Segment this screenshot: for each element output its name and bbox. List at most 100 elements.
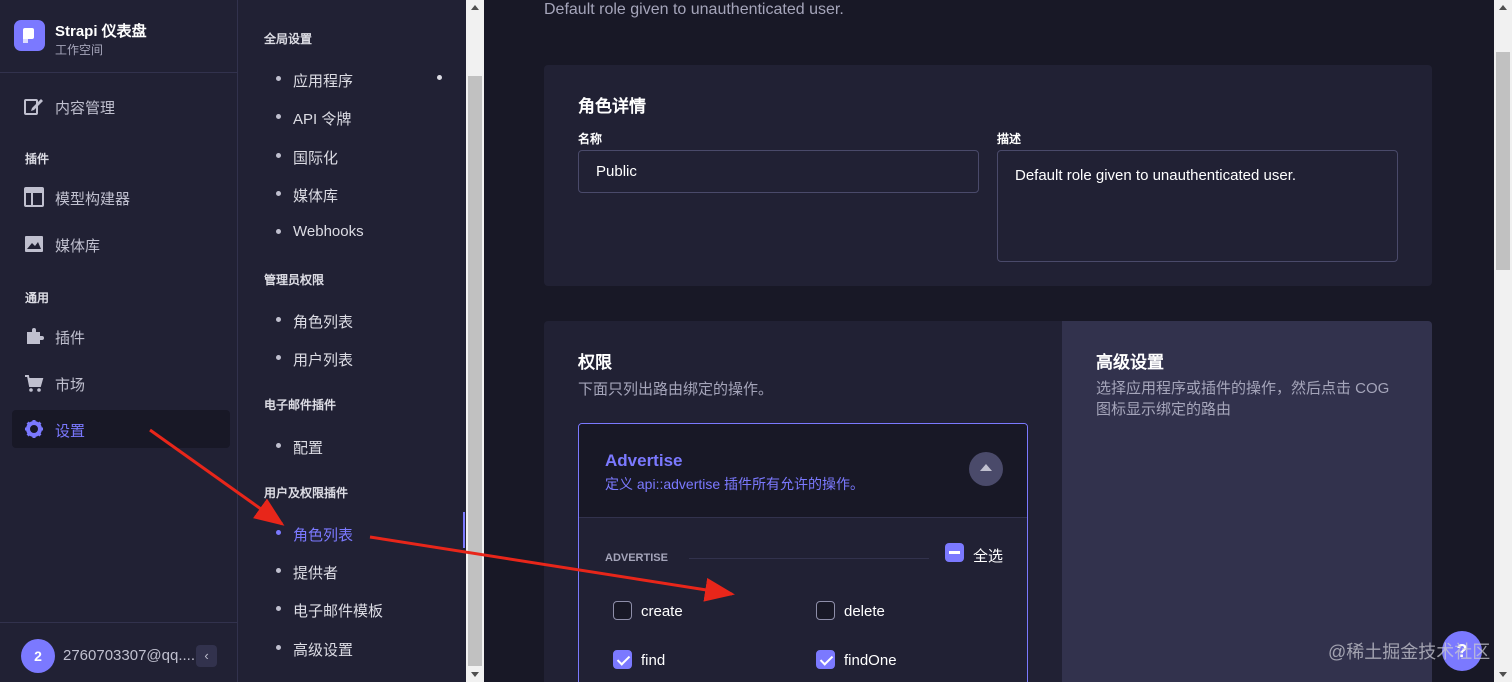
pencil-icon [24,96,44,116]
nav-item-builder[interactable]: 模型构建器 [12,178,230,216]
page-description: Default role given to unauthenticated us… [544,1,844,18]
nav-item-plugins[interactable]: 插件 [12,317,230,355]
select-all-label[interactable]: 全选 [973,545,1003,566]
user-email[interactable]: 2760703307@qq.... [63,647,195,664]
subnav-label: 媒体库 [293,188,339,205]
avatar[interactable]: 2 [21,639,55,673]
select-all-checkbox[interactable] [945,543,964,562]
subnav-item-advanced-settings[interactable]: 高级设置 [274,635,454,661]
accordion-description: 定义 api::advertise 插件所有允许的操作。 [605,476,865,492]
subnav-item-admin-users[interactable]: 用户列表 [274,345,454,371]
subnav-scrollbar[interactable] [466,0,484,682]
permissions-card: 权限 下面只列出路由绑定的操作。 Advertise 定义 api::adver… [544,321,1432,682]
description-textarea[interactable]: Default role given to unauthenticated us… [997,150,1398,262]
subnav-label: 配置 [293,440,324,457]
role-details-card: 角色详情 名称 Public 描述 Default role given to … [544,65,1432,286]
permissions-title: 权限 [578,353,612,372]
description-label: 描述 [997,132,1022,146]
subnav-item-email-templates[interactable]: 电子邮件模板 [274,596,454,622]
advanced-title: 高级设置 [1096,353,1164,372]
name-label: 名称 [578,132,603,146]
subnav-item-email-config[interactable]: 配置 [274,433,454,459]
nav-item-settings[interactable]: 设置 [12,410,230,448]
delete-label[interactable]: delete [844,603,885,620]
name-input[interactable]: Public [578,150,979,193]
main-nav: Strapi 仪表盘 工作空间 内容管理 插件 模型构建器 媒体库 通用 插件 … [0,0,238,682]
subnav-item-application[interactable]: 应用程序 [274,66,454,92]
scroll-up-icon[interactable] [471,5,479,10]
subnav-section-global: 全局设置 [264,32,313,46]
nav-label: 内容管理 [55,100,116,117]
permissions-subtitle: 下面只列出路由绑定的操作。 [578,381,774,398]
subnav-section-users-permissions: 用户及权限插件 [264,486,349,500]
app: Strapi 仪表盘 工作空间 内容管理 插件 模型构建器 媒体库 通用 插件 … [0,0,1512,682]
create-label[interactable]: create [641,603,683,620]
subnav-label: 提供者 [293,565,339,582]
subnav-label: 角色列表 [293,527,354,544]
settings-subnav: 全局设置 应用程序 API 令牌 国际化 媒体库 Webhooks 管理员权限 … [238,0,466,682]
new-indicator-icon [437,75,442,80]
collapse-nav-button[interactable]: ‹ [196,645,217,667]
scroll-up-icon[interactable] [1499,5,1507,10]
subnav-section-email: 电子邮件插件 [264,398,337,412]
divider [689,558,929,559]
bullet-icon [276,355,281,360]
subnav-item-webhooks[interactable]: Webhooks [274,219,454,245]
subnav-section-admin: 管理员权限 [264,273,325,287]
brand-title: Strapi 仪表盘 [55,23,147,40]
accordion-title: Advertise [605,451,683,470]
strapi-logo-icon [14,20,45,51]
nav-item-media[interactable]: 媒体库 [12,225,230,263]
role-details-title: 角色详情 [578,97,646,116]
subnav-item-media-library[interactable]: 媒体库 [274,181,454,207]
main-scrollbar[interactable] [1494,0,1512,682]
accordion-header[interactable]: Advertise 定义 api::advertise 插件所有允许的操作。 [579,424,1027,518]
subnav-label: 高级设置 [293,642,354,659]
active-indicator [463,512,465,548]
bullet-icon [276,191,281,196]
subnav-item-i18n[interactable]: 国际化 [274,143,454,169]
subnav-label: 角色列表 [293,314,354,331]
subnav-item-api-tokens[interactable]: API 令牌 [274,104,454,130]
nav-label: 设置 [55,423,86,440]
group-label: ADVERTISE [605,552,668,564]
nav-label: 插件 [55,330,86,347]
chevron-left-icon: ‹ [204,648,209,663]
subnav-item-up-roles[interactable]: 角色列表 [274,520,454,546]
advertise-accordion: Advertise 定义 api::advertise 插件所有允许的操作。 A… [578,423,1028,682]
bullet-icon [276,317,281,322]
findone-label[interactable]: findOne [844,652,897,669]
brand-subtitle: 工作空间 [55,43,104,57]
nav-item-content-manager[interactable]: 内容管理 [12,87,230,125]
nav-item-marketplace[interactable]: 市场 [12,364,230,402]
scroll-down-icon[interactable] [471,672,479,677]
bullet-icon [276,443,281,448]
findone-checkbox[interactable] [816,650,835,669]
bullet-icon [276,114,281,119]
nav-label: 市场 [55,377,86,394]
bullet-icon [276,645,281,650]
nav-section-general: 通用 [25,291,50,305]
subnav-label: 电子邮件模板 [293,603,384,620]
scroll-down-icon[interactable] [1499,672,1507,677]
bullet-icon [276,568,281,573]
create-checkbox[interactable] [613,601,632,620]
subnav-item-providers[interactable]: 提供者 [274,558,454,584]
subnav-item-admin-roles[interactable]: 角色列表 [274,307,454,333]
scrollbar-thumb[interactable] [1496,52,1510,270]
scrollbar-thumb[interactable] [468,76,482,666]
find-label[interactable]: find [641,652,665,669]
nav-label: 媒体库 [55,238,101,255]
brand: Strapi 仪表盘 工作空间 [0,0,237,73]
bullet-icon [276,153,281,158]
gear-icon [24,419,44,439]
find-checkbox[interactable] [613,650,632,669]
bullet-icon [276,76,281,81]
bullet-icon [276,606,281,611]
image-icon [24,234,44,254]
layout-icon [24,187,44,207]
subnav-label: API 令牌 [293,111,352,128]
delete-checkbox[interactable] [816,601,835,620]
bullet-icon [276,229,281,234]
chevron-up-icon[interactable] [969,452,1003,486]
